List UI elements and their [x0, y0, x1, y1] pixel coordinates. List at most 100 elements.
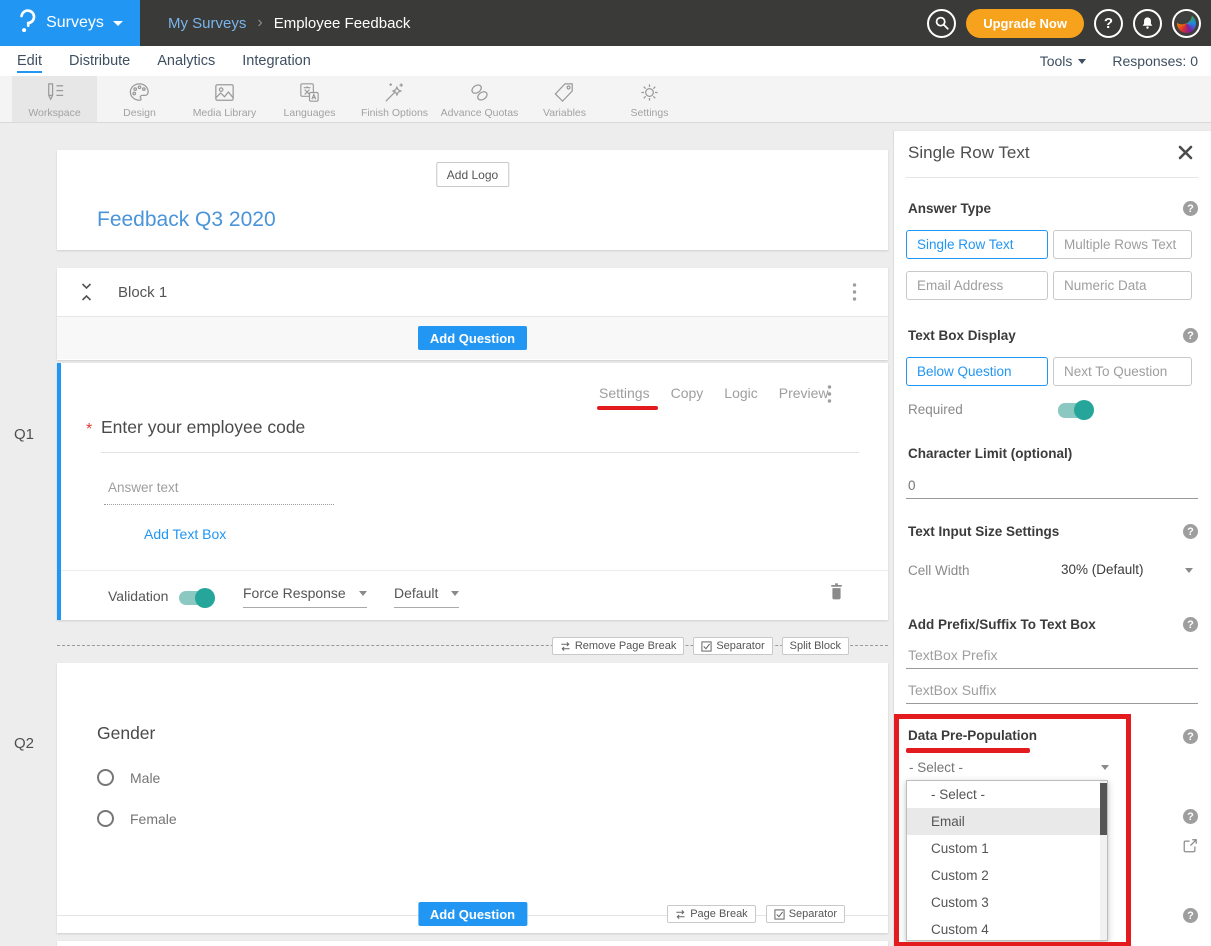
tab-preview[interactable]: Preview: [779, 385, 829, 401]
prefix-field-underline: [906, 668, 1198, 669]
tab-analytics[interactable]: Analytics: [157, 46, 215, 76]
help-icon[interactable]: ?: [1183, 524, 1198, 539]
validation-toggle[interactable]: [179, 591, 213, 605]
dropdown-option-custom4[interactable]: Custom 4: [907, 916, 1107, 941]
variables-icon: [552, 80, 577, 105]
chevron-down-icon[interactable]: [1185, 568, 1193, 573]
search-button[interactable]: [927, 9, 956, 38]
page-break-button[interactable]: Page Break: [667, 905, 755, 923]
radio-male[interactable]: [97, 769, 114, 786]
external-link-icon[interactable]: [1182, 838, 1198, 859]
close-icon[interactable]: [1178, 145, 1193, 165]
upgrade-now-button[interactable]: Upgrade Now: [966, 9, 1084, 38]
answer-text-placeholder[interactable]: Answer text: [108, 480, 179, 495]
responses-count[interactable]: Responses: 0: [1112, 53, 1198, 69]
required-toggle[interactable]: [1058, 403, 1092, 418]
cell-width-select[interactable]: 30% (Default): [1061, 562, 1144, 577]
help-icon[interactable]: ?: [1183, 908, 1198, 923]
separator-label: Separator: [716, 640, 764, 652]
search-icon: [934, 15, 950, 31]
dropdown-option-custom3[interactable]: Custom 3: [907, 889, 1107, 916]
dropdown-scrollbar[interactable]: [1100, 781, 1107, 940]
product-menu[interactable]: Surveys: [0, 0, 140, 46]
answer-type-numeric[interactable]: Numeric Data: [1053, 271, 1192, 300]
toolbar-media-library[interactable]: Media Library: [182, 76, 267, 122]
dropdown-option-custom1[interactable]: Custom 1: [907, 835, 1107, 862]
dropdown-option-email[interactable]: Email: [907, 808, 1107, 835]
tab-copy[interactable]: Copy: [671, 385, 704, 401]
chevron-down-icon[interactable]: [1101, 765, 1109, 770]
toolbar-design[interactable]: Design: [97, 76, 182, 122]
display-below-question[interactable]: Below Question: [906, 357, 1048, 386]
answer-type-multiple-rows[interactable]: Multiple Rows Text: [1053, 230, 1192, 259]
default-select[interactable]: Default: [394, 585, 459, 608]
answer-text-underline: [104, 504, 334, 505]
dropdown-option-custom2[interactable]: Custom 2: [907, 862, 1107, 889]
radio-female[interactable]: [97, 810, 114, 827]
checkbox-icon: [774, 909, 785, 920]
radio-female-label[interactable]: Female: [130, 811, 177, 827]
tab-edit[interactable]: Edit: [17, 46, 42, 76]
breadcrumb: My Surveys › Employee Feedback: [168, 0, 410, 46]
separator-button[interactable]: Separator: [693, 637, 772, 655]
question-2-title[interactable]: Gender: [97, 723, 155, 744]
force-response-select[interactable]: Force Response: [243, 585, 367, 608]
question-menu-kebab-icon[interactable]: [827, 384, 837, 409]
block-menu-kebab-icon[interactable]: [852, 282, 862, 307]
answer-type-email[interactable]: Email Address: [906, 271, 1048, 300]
toolbar-label: Media Library: [193, 107, 257, 119]
textbox-suffix-field[interactable]: TextBox Suffix: [908, 682, 996, 698]
data-prepopulation-select[interactable]: - Select -: [909, 760, 963, 775]
question-1-title[interactable]: Enter your employee code: [101, 417, 305, 438]
tab-integration[interactable]: Integration: [242, 46, 311, 76]
add-text-box-link[interactable]: Add Text Box: [144, 526, 226, 542]
answer-type-single-row[interactable]: Single Row Text: [906, 230, 1048, 259]
block-title[interactable]: Block 1: [118, 284, 167, 301]
survey-editor-app: Surveys My Surveys › Employee Feedback U…: [0, 0, 1211, 946]
add-logo-button[interactable]: Add Logo: [436, 162, 509, 187]
notifications-button[interactable]: [1133, 9, 1162, 38]
help-icon[interactable]: ?: [1183, 617, 1198, 632]
add-question-button[interactable]: Add Question: [418, 902, 527, 926]
account-avatar[interactable]: [1172, 9, 1201, 38]
collapse-block-icon[interactable]: [80, 282, 93, 307]
breadcrumb-my-surveys[interactable]: My Surveys: [168, 15, 246, 32]
tools-menu[interactable]: Tools: [1040, 53, 1087, 69]
dropdown-option-select[interactable]: - Select -: [907, 781, 1107, 808]
dropdown-scrollbar-thumb[interactable]: [1100, 783, 1107, 835]
help-icon[interactable]: ?: [1183, 201, 1198, 216]
delete-question-trash-icon[interactable]: [829, 582, 844, 606]
data-prepopulation-label: Data Pre-Population: [908, 728, 1037, 743]
section-tabs: Edit Distribute Analytics Integration: [17, 46, 311, 76]
add-question-button[interactable]: Add Question: [418, 326, 527, 350]
page-break-bar: Remove Page Break Separator Split Block: [57, 637, 888, 655]
page-break-icon: [560, 641, 571, 652]
survey-title[interactable]: Feedback Q3 2020: [97, 208, 276, 232]
toolbar-advance-quotas[interactable]: Advance Quotas: [437, 76, 522, 122]
help-icon[interactable]: ?: [1183, 809, 1198, 824]
finish-options-icon: [382, 80, 407, 105]
display-next-to-question[interactable]: Next To Question: [1053, 357, 1192, 386]
character-limit-value[interactable]: 0: [908, 478, 916, 493]
split-block-button[interactable]: Split Block: [782, 637, 849, 655]
help-icon[interactable]: ?: [1183, 328, 1198, 343]
force-response-label: Force Response: [243, 585, 346, 601]
tab-settings[interactable]: Settings: [599, 385, 650, 401]
default-label: Default: [394, 585, 438, 601]
tab-distribute[interactable]: Distribute: [69, 46, 130, 76]
advance-quotas-icon: [467, 80, 492, 105]
separator-button[interactable]: Separator: [766, 905, 845, 923]
toolbar-workspace[interactable]: Workspace: [12, 76, 97, 122]
textbox-prefix-field[interactable]: TextBox Prefix: [908, 647, 997, 663]
radio-male-label[interactable]: Male: [130, 770, 160, 786]
page-break-label: Page Break: [690, 908, 747, 920]
toolbar-variables[interactable]: Variables: [522, 76, 607, 122]
toolbar-settings[interactable]: Settings: [607, 76, 692, 122]
character-limit-label: Character Limit (optional): [908, 446, 1072, 461]
tab-logic[interactable]: Logic: [724, 385, 757, 401]
help-icon[interactable]: ?: [1183, 729, 1198, 744]
help-button[interactable]: ?: [1094, 9, 1123, 38]
toolbar-languages[interactable]: Languages: [267, 76, 352, 122]
remove-page-break-button[interactable]: Remove Page Break: [552, 637, 685, 655]
toolbar-finish-options[interactable]: Finish Options: [352, 76, 437, 122]
